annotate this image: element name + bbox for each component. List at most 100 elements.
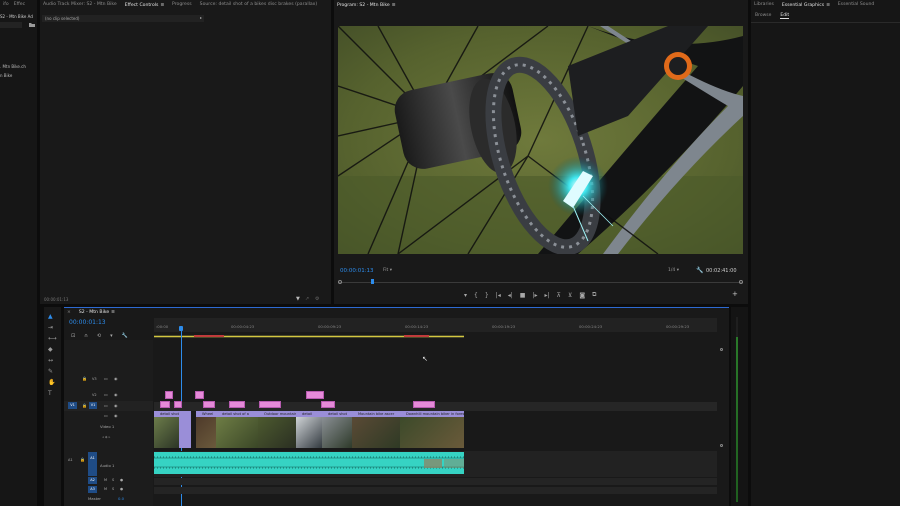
scroll-handle[interactable]: [720, 444, 723, 447]
video-clip[interactable]: detail: [296, 411, 322, 448]
graphic-clip[interactable]: [306, 391, 324, 399]
resolution-dropdown[interactable]: 1/4 ▾: [668, 268, 679, 273]
folder-icon[interactable]: [29, 22, 35, 27]
ripple-edit-tool-icon[interactable]: ⟷: [48, 335, 57, 342]
video-clip[interactable]: detail shot: [154, 411, 191, 448]
graphic-clip[interactable]: [321, 401, 335, 408]
export-icon[interactable]: ↗: [305, 296, 309, 302]
selection-tool-icon[interactable]: ▲: [48, 313, 57, 320]
scrub-start-handle[interactable]: [338, 280, 342, 284]
go-to-out-icon[interactable]: ▸|: [544, 292, 549, 299]
tab-program[interactable]: Program: S2 - Mtn Bike ☰: [337, 2, 395, 8]
audio-clip[interactable]: [154, 452, 464, 474]
source-patch-a1[interactable]: A1: [68, 458, 73, 462]
lift-icon[interactable]: ⊼: [557, 292, 561, 299]
step-back-icon[interactable]: ◂|: [508, 292, 513, 299]
panel-menu-icon[interactable]: ☰: [160, 2, 164, 7]
eye-icon[interactable]: ◉: [114, 392, 118, 397]
video-clip[interactable]: detail shot of a: [216, 411, 258, 448]
tab-essential-sound[interactable]: Essential Sound: [838, 2, 875, 7]
video-clip[interactable]: Outdoor mountain: [258, 411, 296, 448]
timeline-timecode[interactable]: 00:00:01:13: [69, 319, 106, 326]
eye-icon[interactable]: ◉: [114, 376, 118, 381]
tab-essential-graphics[interactable]: Essential Graphics ☰: [782, 2, 830, 8]
video-clip[interactable]: Wheel: [196, 411, 216, 448]
eye-icon[interactable]: ◉: [114, 413, 118, 418]
graphic-clip[interactable]: [195, 391, 204, 399]
source-patch-v1[interactable]: V1: [68, 402, 77, 409]
linked-selection-icon[interactable]: ⟲: [97, 333, 101, 339]
program-timecode[interactable]: 00:00:01:13: [340, 268, 374, 274]
fit-dropdown[interactable]: Fit ▾: [383, 268, 392, 273]
video-clip[interactable]: Downhill mountain biker in forest: [400, 411, 464, 448]
playhead-marker[interactable]: [371, 279, 374, 284]
close-icon[interactable]: ×: [67, 310, 71, 315]
lock-icon[interactable]: 🔒: [82, 403, 87, 408]
wrench-icon[interactable]: ⚙: [315, 296, 319, 302]
tab-libraries[interactable]: Libraries: [754, 2, 774, 7]
filter-icon[interactable]: ▼: [296, 296, 300, 302]
tab-source[interactable]: Source: detail shot of a bikes disc brak…: [200, 2, 318, 7]
subtab-edit[interactable]: Edit: [780, 13, 790, 19]
mute-button[interactable]: M: [104, 478, 107, 482]
solo-button[interactable]: S: [112, 487, 114, 491]
toggle-sync-icon[interactable]: ▭: [104, 392, 108, 397]
panel-menu-icon[interactable]: ☰: [826, 2, 830, 7]
effect-timecode[interactable]: 00:00:01:13: [44, 297, 68, 302]
pen-tool-icon[interactable]: ✎: [48, 368, 57, 375]
step-forward-icon[interactable]: |▸: [532, 292, 537, 299]
out-point-icon[interactable]: }: [485, 292, 489, 299]
toggle-sync-icon[interactable]: ▭: [104, 376, 108, 381]
toggle-sync-icon[interactable]: ▭: [104, 413, 108, 418]
timeline-settings-icon[interactable]: 🔧: [122, 333, 128, 339]
hand-tool-icon[interactable]: ✋: [48, 379, 57, 386]
time-ruler[interactable]: :00:00 00:00:04:23 00:00:09:23 00:00:14:…: [154, 318, 717, 332]
keyframe-nav-icon[interactable]: ◂ ◆ ▸: [102, 435, 110, 439]
graphic-clip[interactable]: [165, 391, 173, 399]
tab-effect-controls[interactable]: Effect Controls ☰: [125, 2, 164, 8]
panel-menu-icon[interactable]: ☰: [111, 309, 115, 314]
mic-icon[interactable]: ●: [120, 487, 123, 491]
wrench-icon[interactable]: 🔧: [696, 267, 703, 274]
export-frame-icon[interactable]: ◙: [579, 292, 585, 299]
scroll-handle[interactable]: [720, 348, 723, 351]
graphic-clip[interactable]: [203, 401, 215, 408]
comparison-icon[interactable]: ⧉: [592, 291, 596, 299]
scrub-end-handle[interactable]: [739, 280, 743, 284]
graphic-clip[interactable]: [259, 401, 281, 408]
lock-icon[interactable]: 🔒: [82, 376, 87, 381]
tab-info[interactable]: ifo: [3, 2, 9, 7]
solo-button[interactable]: S: [112, 478, 114, 482]
timeline-vertical-scrollbar[interactable]: [720, 342, 723, 502]
project-list-item[interactable]: . Mtn Bike.ch: [0, 64, 26, 69]
master-value[interactable]: 0.0: [118, 496, 124, 501]
project-item-sequence[interactable]: S2 - Mtn Bike Ad: [0, 14, 33, 19]
track-v1[interactable]: V1 🔒 V1 ▭ ◉: [64, 401, 153, 411]
panel-menu-icon[interactable]: ☰: [392, 2, 396, 7]
tab-audio-track-mixer[interactable]: Audio Track Mixer: S2 - Mtn Bike: [43, 2, 117, 7]
in-point-icon[interactable]: {: [474, 292, 478, 299]
type-tool-icon[interactable]: T: [48, 390, 57, 397]
subtab-browse[interactable]: Browse: [755, 13, 771, 19]
tab-progress[interactable]: Progress: [172, 2, 192, 7]
marker-icon[interactable]: ▾: [464, 292, 467, 299]
eye-icon[interactable]: ◉: [114, 403, 118, 408]
program-video-frame[interactable]: [338, 26, 743, 254]
tab-effects[interactable]: Effec: [14, 2, 25, 7]
graphic-clip[interactable]: [229, 401, 245, 408]
razor-tool-icon[interactable]: ◆: [48, 346, 57, 353]
work-area-bar[interactable]: [154, 335, 464, 338]
slip-tool-icon[interactable]: ↔: [48, 357, 57, 364]
go-to-in-icon[interactable]: |◂: [496, 292, 501, 299]
snap-icon[interactable]: ∩: [84, 333, 88, 339]
project-list-item[interactable]: n Bike: [0, 73, 12, 78]
graphic-clip[interactable]: [160, 401, 170, 408]
extract-icon[interactable]: ⊻: [568, 292, 572, 299]
track-select-tool-icon[interactable]: ⇥: [48, 324, 57, 331]
stop-icon[interactable]: ■: [520, 292, 526, 299]
graphic-clip[interactable]: [413, 401, 435, 408]
nest-icon[interactable]: ⊡: [71, 333, 75, 339]
video-clip[interactable]: detail shot: [322, 411, 352, 448]
graphic-clip[interactable]: [174, 401, 182, 408]
mic-icon[interactable]: ●: [120, 478, 123, 482]
